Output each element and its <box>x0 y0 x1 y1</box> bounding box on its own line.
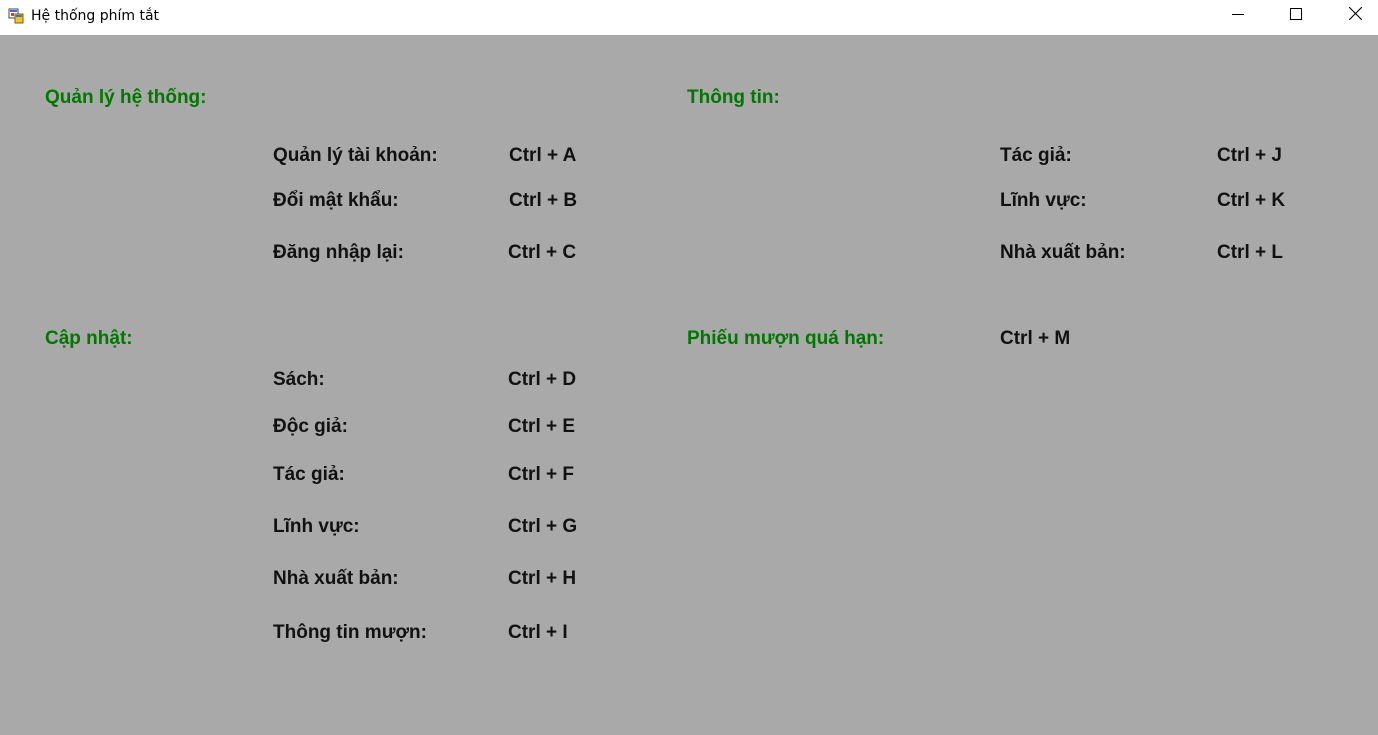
shortcut-info-publishers: Ctrl + L <box>1217 242 1283 263</box>
app-form-icon <box>8 8 24 24</box>
shortcut-account-management: Ctrl + A <box>509 145 577 166</box>
close-icon <box>1348 6 1362 25</box>
shortcut-panel: Quản lý hệ thống: Quản lý tài khoản: Ctr… <box>0 35 1378 735</box>
shortcut-overdue: Ctrl + M <box>1000 328 1071 349</box>
shortcut-publishers: Ctrl + H <box>508 568 577 589</box>
label-readers: Độc giả: <box>273 416 348 437</box>
window-title: Hệ thống phím tắt <box>31 8 160 24</box>
minimize-icon <box>1232 7 1244 25</box>
close-button[interactable] <box>1326 0 1378 32</box>
shortcut-books: Ctrl + D <box>508 369 577 390</box>
label-authors: Tác giả: <box>273 464 345 485</box>
label-fields: Lĩnh vực: <box>273 516 360 537</box>
shortcut-relogin: Ctrl + C <box>508 242 577 263</box>
shortcut-fields: Ctrl + G <box>508 516 578 537</box>
label-info-publishers: Nhà xuất bản: <box>1000 242 1126 263</box>
label-info-authors: Tác giả: <box>1000 145 1072 166</box>
label-change-password: Đổi mật khẩu: <box>273 190 399 211</box>
shortcut-info-authors: Ctrl + J <box>1217 145 1282 166</box>
section-heading-info: Thông tin: <box>687 87 780 108</box>
shortcut-readers: Ctrl + E <box>508 416 576 437</box>
shortcut-borrow-info: Ctrl + I <box>508 622 568 643</box>
section-heading-overdue: Phiếu mượn quá hạn: <box>687 328 885 349</box>
label-info-fields: Lĩnh vực: <box>1000 190 1087 211</box>
label-borrow-info: Thông tin mượn: <box>273 622 427 643</box>
label-relogin: Đăng nhập lại: <box>273 242 404 263</box>
minimize-button[interactable] <box>1209 0 1267 32</box>
shortcut-change-password: Ctrl + B <box>509 190 578 211</box>
label-account-management: Quản lý tài khoản: <box>273 145 438 166</box>
shortcut-authors: Ctrl + F <box>508 464 574 485</box>
maximize-button[interactable] <box>1267 0 1325 32</box>
label-publishers: Nhà xuất bản: <box>273 568 399 589</box>
section-heading-update: Cập nhật: <box>45 328 133 349</box>
label-books: Sách: <box>273 369 325 390</box>
maximize-icon <box>1290 7 1302 25</box>
section-heading-system: Quản lý hệ thống: <box>45 87 207 108</box>
title-bar: Hệ thống phím tắt <box>0 0 1378 35</box>
shortcut-info-fields: Ctrl + K <box>1217 190 1286 211</box>
